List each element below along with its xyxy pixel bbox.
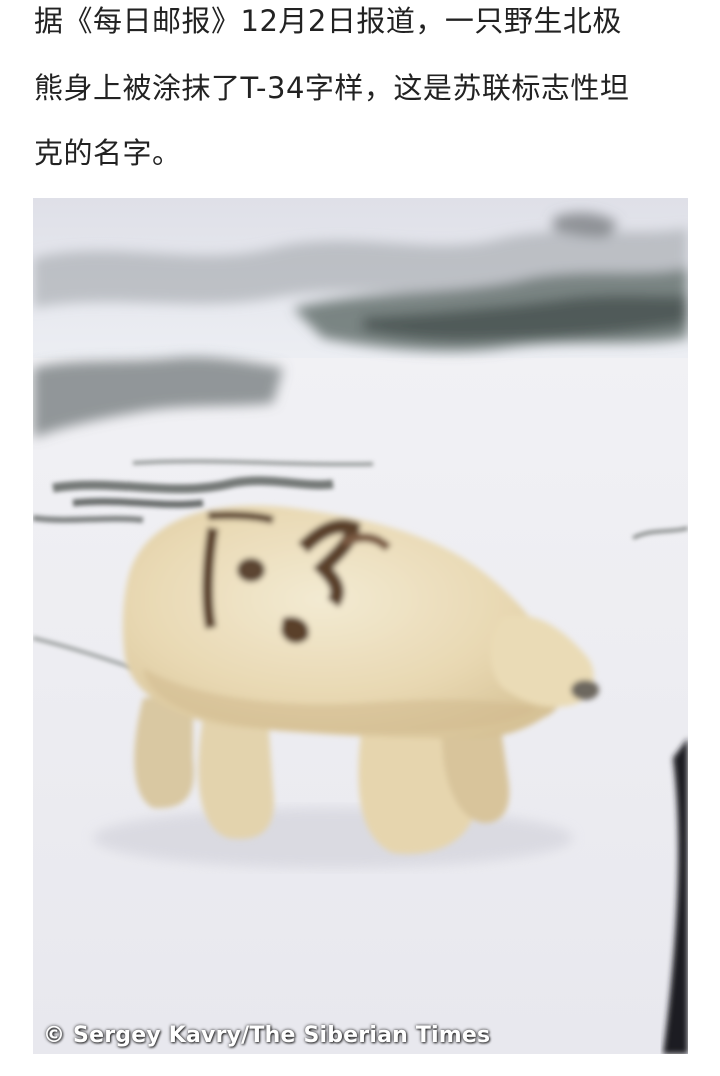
- photo-credit: © Sergey Kavry/The Siberian Times: [43, 1023, 491, 1048]
- photo-illustration: [33, 198, 688, 1054]
- article-content: 据《每日邮报》12月2日报道，一只野生北极 熊身上被涂抹了T-34字样，这是苏联…: [0, 0, 720, 1076]
- paragraph-line-3: 克的名字。: [34, 136, 182, 170]
- paragraph-line-1: 据《每日邮报》12月2日报道，一只野生北极: [34, 4, 622, 38]
- polar-bear-photo[interactable]: © Sergey Kavry/The Siberian Times: [33, 198, 688, 1054]
- paragraph-line-2: 熊身上被涂抹了T-34字样，这是苏联标志性坦: [34, 71, 630, 105]
